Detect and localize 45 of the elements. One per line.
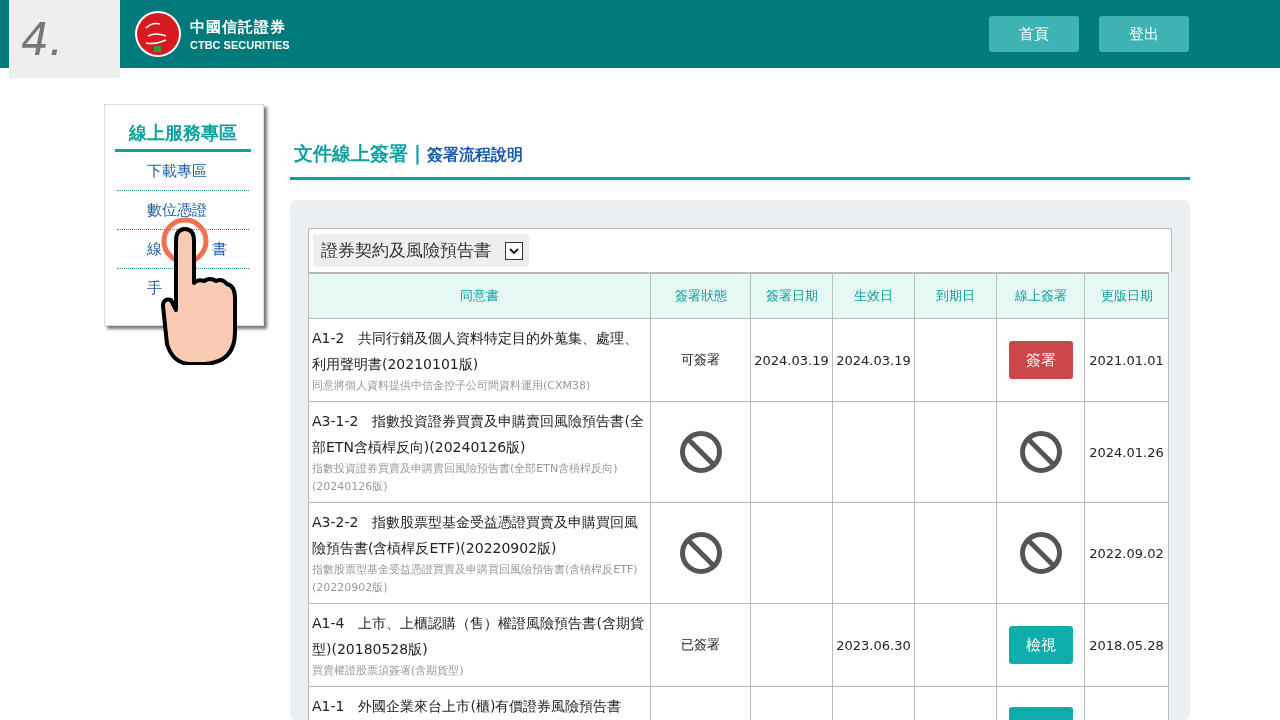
sign-date: 2024.03.19 [754,352,829,368]
sign-button[interactable]: 簽署 [1008,341,1073,379]
prohibited-icon [678,531,723,575]
document-note: 買賣權證股票須簽署(含期貨型) [312,663,465,679]
prohibited-icon [1018,531,1063,575]
caret-icon [505,241,523,260]
sidebar-item[interactable]: 線 [147,239,162,259]
prohibited-icon [1018,430,1063,474]
status-text: 可簽署 [681,352,720,367]
document-title: A1-2 共同行銷及個人資料特定目的外蒐集、處理、利用聲明書(20210101版) [312,329,640,374]
document-note: 指數股票型基金受益憑證買賣及申購買回風險預告書(含槓桿反ETF)(20220902版) [312,562,639,596]
sidebar-item[interactable]: 下載專區 [147,161,207,181]
column-header: 簽署日期 [765,288,818,303]
title-divider: | [414,142,421,164]
effective-date: 2023.06.30 [836,637,911,653]
sidebar-title: 線上服務專區 [115,121,251,152]
revision-date: 2021.01.01 [1089,352,1164,368]
column-header: 線上簽署 [1014,288,1067,303]
document-note: 指數投資證券買賣及申購賣回風險預告書(全部ETN含槓桿反向)(20240126版) [312,461,619,495]
column-header: 同意書 [460,288,499,303]
revision-date: 2024.01.26 [1089,444,1164,460]
step-label: 4. [9,0,120,78]
sidebar-item[interactable]: 書 [212,239,227,259]
document-title: A1-1 外國企業來台上市(櫃)有價證券風險預告書 [312,697,623,716]
revision-date: 2018.05.28 [1089,637,1164,653]
brand-name: 中國信託證券 [190,17,287,37]
column-header: 簽署狀態 [674,288,727,303]
document-note: 同意將個人資料提供中信金控子公司間資料運用(CXM38) [312,378,592,394]
category-dropdown[interactable]: 證券契約及風險預告書 [313,234,529,267]
document-title: A3-2-2 指數股票型基金受益憑證買賣及申購買回風險預告書(含槓桿反ETF)(20220902版) [312,513,640,558]
column-header: 更版日期 [1100,288,1153,303]
effective-date: 2024.03.19 [836,352,911,368]
prohibited-icon [678,430,723,474]
page-title: 文件線上簽署 [294,141,408,166]
sidebar-item[interactable]: 手 [147,278,162,298]
status-text: 已簽署 [681,637,720,652]
column-header: 生效日 [854,288,893,303]
sidebar-item[interactable]: 數位憑證 [147,200,207,220]
revision-date: 2022.09.02 [1089,545,1164,561]
brand-subtitle: CTBC SECURITIES [190,38,290,51]
column-header: 到期日 [936,288,975,303]
process-link[interactable]: 簽署流程說明 [426,145,523,166]
document-title: A3-1-2 指數投資證券買賣及申購賣回風險預告書(全部ETN含槓桿反向)(20240126版) [312,412,645,457]
document-title: A1-4 上市、上櫃認購（售）權證風險預告書(含期貨型)(20180528版) [312,614,645,659]
logo-badge-icon [134,10,182,58]
